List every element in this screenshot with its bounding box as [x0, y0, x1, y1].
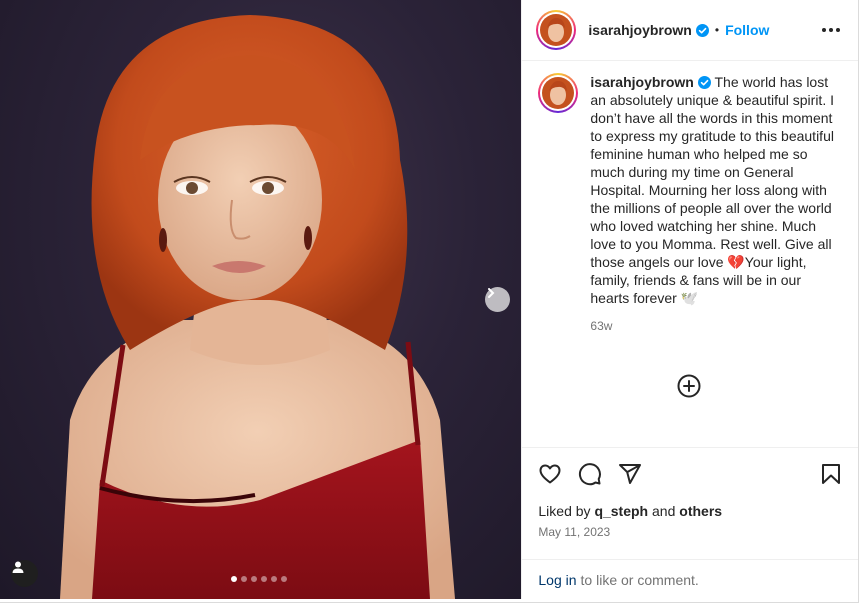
carousel-dot — [241, 576, 247, 582]
carousel-dot — [261, 576, 267, 582]
post-date[interactable]: May 11, 2023 — [522, 523, 858, 549]
comments-area: isarahjoybrown The world has lost an abs… — [522, 61, 858, 447]
paper-plane-icon — [619, 463, 642, 484]
save-button[interactable] — [819, 462, 843, 486]
share-button[interactable] — [618, 462, 642, 486]
post-time-ago[interactable]: 63w — [590, 317, 840, 335]
carousel-dot — [281, 576, 287, 582]
heart-icon — [539, 464, 561, 483]
post-media[interactable] — [0, 0, 522, 599]
avatar[interactable] — [536, 10, 577, 50]
likes-others-link[interactable]: others — [679, 503, 722, 519]
carousel-dot — [271, 576, 277, 582]
carousel-dot-active — [231, 576, 237, 582]
avatar-image — [540, 14, 573, 46]
load-more-comments-button[interactable] — [677, 374, 701, 403]
like-button[interactable] — [538, 462, 562, 486]
username-link[interactable]: isarahjoybrown — [588, 22, 691, 38]
likes-summary: Liked by q_steph and others — [522, 499, 858, 523]
login-suffix: to like or comment. — [580, 571, 699, 588]
login-prompt: Log in to like or comment. — [522, 559, 858, 599]
caption: isarahjoybrown The world has lost an abs… — [538, 73, 842, 335]
post-header: isarahjoybrown • Follow — [522, 0, 858, 61]
comment-bubble-icon — [579, 462, 602, 485]
next-image-button[interactable] — [485, 287, 510, 312]
caption-text: The world has lost an absolutely unique … — [590, 74, 834, 306]
chevron-right-icon — [488, 288, 495, 298]
action-bar — [522, 447, 858, 499]
caption-avatar[interactable] — [538, 73, 579, 113]
likes-and: and — [652, 503, 676, 519]
post-sidebar: isarahjoybrown • Follow isarahjoybrown T… — [521, 0, 858, 599]
separator-dot: • — [714, 23, 720, 37]
carousel-indicator — [231, 576, 287, 582]
login-link[interactable]: Log in — [538, 572, 576, 588]
likes-prefix: Liked by — [538, 503, 591, 519]
verified-badge-icon — [695, 23, 709, 37]
carousel-dot — [251, 576, 257, 582]
caption-username[interactable]: isarahjoybrown — [590, 74, 693, 90]
avatar-image — [542, 77, 575, 109]
verified-badge-icon — [697, 76, 711, 89]
post-container: isarahjoybrown • Follow isarahjoybrown T… — [0, 0, 859, 603]
tagged-users-button[interactable] — [11, 560, 38, 587]
liked-by-user-link[interactable]: q_steph — [594, 503, 648, 519]
user-tag-icon — [12, 561, 24, 573]
comment-button[interactable] — [578, 462, 602, 486]
bookmark-icon — [822, 463, 840, 484]
add-circle-icon — [677, 374, 701, 398]
follow-button[interactable]: Follow — [725, 22, 769, 38]
portrait-photo — [60, 15, 455, 599]
more-options-icon[interactable] — [818, 20, 844, 40]
